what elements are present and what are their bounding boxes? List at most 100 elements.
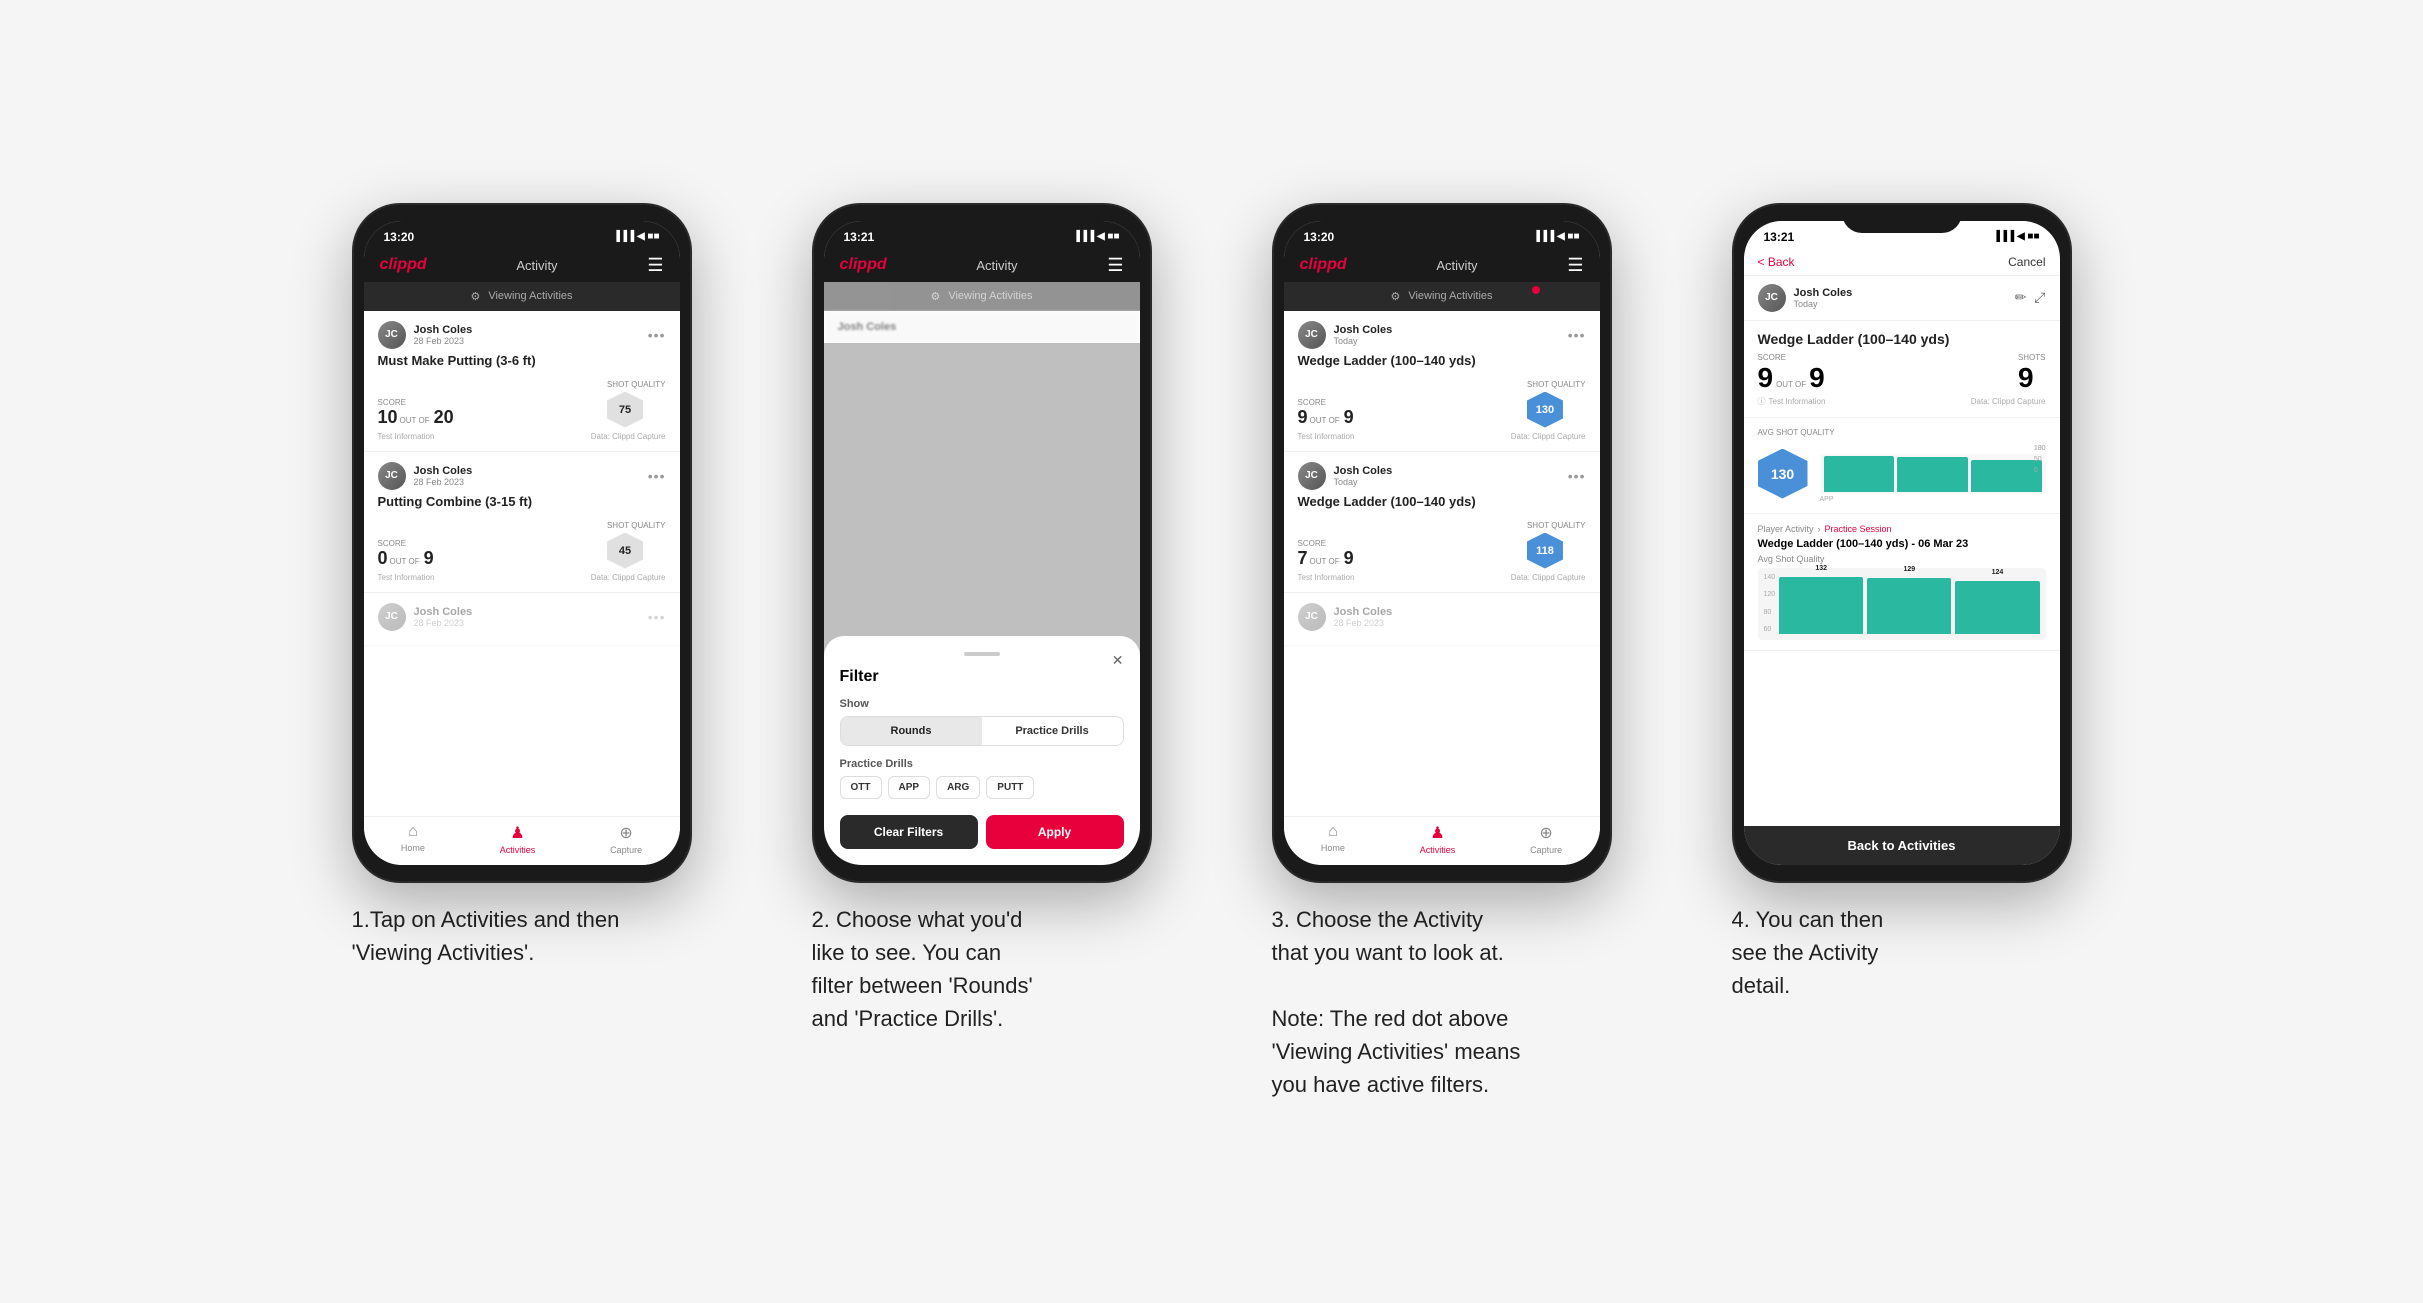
expand-icon-4[interactable]: ⤢	[2034, 289, 2045, 306]
user-details-1-3: Josh Coles 28 Feb 2023	[414, 606, 473, 628]
phone-col-2: 13:21 ▐▐▐ ◀ ■■ clippd Activity ☰ ⚙ Viewi…	[782, 203, 1182, 1035]
bottom-nav-capture-1[interactable]: ⊕ Capture	[610, 823, 642, 855]
detail-user-left-4: JC Josh Coles Today	[1758, 284, 1853, 312]
bottom-nav-activities-1[interactable]: ♟ Activities	[500, 823, 536, 855]
logo-2: clippd	[840, 256, 887, 274]
caption-1: 1.Tap on Activities and then 'Viewing Ac…	[352, 903, 692, 969]
phone-col-3: 13:20 ▐▐▐ ◀ ■■ clippd Activity ☰ ⚙ Viewi…	[1242, 203, 1642, 1101]
dots-menu-1-1[interactable]: •••	[648, 327, 666, 343]
arrow-4: ›	[1818, 524, 1821, 534]
user-details-1-1: Josh Coles 28 Feb 2023	[414, 324, 473, 346]
dots-menu-3-1[interactable]: •••	[1568, 327, 1586, 343]
quality-hex-large-4: 130	[1758, 449, 1808, 499]
toggle-rounds[interactable]: Rounds	[841, 717, 982, 745]
cards-area-3: JC Josh Coles Today ••• Wedge Ladder (10…	[1284, 311, 1600, 816]
caption-text-1: 1.Tap on Activities and then 'Viewing Ac…	[352, 907, 620, 965]
dots-menu-1-2[interactable]: •••	[648, 468, 666, 484]
filter-overlay-container: ✕ Filter Show Rounds Practice Drills Pra…	[824, 343, 1140, 865]
bar-label-2-4: 129	[1904, 566, 1916, 573]
shots-col-4: Shots 9	[2018, 353, 2046, 394]
phone-frame-2: 13:21 ▐▐▐ ◀ ■■ clippd Activity ☰ ⚙ Viewi…	[812, 203, 1152, 883]
drill-tag-ott[interactable]: OTT	[840, 776, 882, 799]
activity-card-1-1[interactable]: JC Josh Coles 28 Feb 2023 ••• Must Make …	[364, 311, 680, 452]
home-icon-3: ⌂	[1328, 823, 1338, 841]
bottom-nav-home-1[interactable]: ⌂ Home	[401, 823, 425, 855]
user-info-1-1: JC Josh Coles 28 Feb 2023	[378, 321, 473, 349]
quality-hex-3-1: 130	[1527, 392, 1563, 428]
quality-label-3-1: Shot Quality	[1527, 380, 1586, 389]
activity-card-1-2[interactable]: JC Josh Coles 28 Feb 2023 ••• Putting Co…	[364, 452, 680, 593]
filter-title: Filter	[840, 668, 1124, 686]
user-info-3-1: JC Josh Coles Today	[1298, 321, 1393, 349]
bottom-nav-activities-3[interactable]: ♟ Activities	[1420, 823, 1456, 855]
score-label-3-1: Score	[1298, 398, 1354, 407]
drill-tag-arg[interactable]: ARG	[936, 776, 980, 799]
close-icon-filter[interactable]: ✕	[1112, 652, 1124, 669]
caption-4: 4. You can thensee the Activitydetail.	[1732, 903, 2072, 1002]
detail-user-info-4: Josh Coles Today	[1794, 287, 1853, 309]
score-val-1-2: 0	[378, 548, 388, 569]
phones-row: 13:20 ▐▐▐ ◀ ■■ clippd Activity ☰ ⚙ Viewi…	[322, 203, 2102, 1101]
bottom-nav-home-3[interactable]: ⌂ Home	[1321, 823, 1345, 855]
back-btn-4[interactable]: < Back	[1758, 255, 1795, 269]
drill-tag-app[interactable]: APP	[888, 776, 931, 799]
edit-icon-4[interactable]: ✏	[2015, 289, 2027, 306]
footer-right-3-2: Data: Clippd Capture	[1511, 573, 1586, 582]
phone-screen-3: 13:20 ▐▐▐ ◀ ■■ clippd Activity ☰ ⚙ Viewi…	[1284, 221, 1600, 865]
stat-score-1-2: Score 0 OUT OF 9	[378, 539, 434, 569]
user-date-1-2: 28 Feb 2023	[414, 477, 473, 487]
score-outof-3-1: 9 OUT OF 9	[1298, 407, 1354, 428]
user-info-3-3: JC Josh Coles 28 Feb 2023	[1298, 603, 1393, 631]
caption-text-2: 2. Choose what you'dlike to see. You can…	[812, 907, 1033, 1031]
apply-btn[interactable]: Apply	[986, 815, 1124, 849]
viewing-banner-3[interactable]: ⚙ Viewing Activities	[1284, 282, 1600, 311]
nav-title-1: Activity	[516, 258, 557, 273]
drill-tag-putt[interactable]: PUTT	[986, 776, 1034, 799]
score-row-4: Score 9 OUT OF 9 Shots 9	[1758, 353, 2046, 394]
viewing-banner-2: ⚙ Viewing Activities	[824, 282, 1140, 311]
viewing-banner-1[interactable]: ⚙ Viewing Activities	[364, 282, 680, 311]
shots-val-3-1: 9	[1344, 407, 1354, 428]
footer-right-1-1: Data: Clippd Capture	[591, 432, 666, 441]
logo-1: clippd	[380, 256, 427, 274]
avatar-1-2: JC	[378, 462, 406, 490]
menu-icon-2[interactable]: ☰	[1107, 255, 1123, 276]
footer-left-1-2: Test Information	[378, 573, 435, 582]
capture-icon-3: ⊕	[1539, 823, 1552, 843]
menu-icon-3[interactable]: ☰	[1567, 255, 1583, 276]
outof-3-1: OUT OF	[1310, 416, 1340, 425]
shots-val-1-2: 9	[424, 548, 434, 569]
cancel-btn-4[interactable]: Cancel	[2008, 255, 2045, 269]
red-dot-3	[1532, 286, 1540, 294]
quality-block-3-2: Shot Quality 118	[1527, 515, 1586, 569]
caption-2: 2. Choose what you'dlike to see. You can…	[812, 903, 1152, 1035]
avatar-3-3: JC	[1298, 603, 1326, 631]
phone-col-4: 13:21 ▐▐▐ ◀ ■■ < Back Cancel JC Josh Col…	[1702, 203, 2102, 1002]
drills-label: Practice Drills	[840, 758, 1124, 770]
stat-score-3-1: Score 9 OUT OF 9	[1298, 398, 1354, 428]
player-activity-row-4: Player Activity › Practice Session	[1758, 524, 2046, 534]
clear-filters-btn[interactable]: Clear Filters	[840, 815, 978, 849]
bar-chart-bars-4: 140 120 80 60 132 129	[1764, 574, 2040, 634]
activity-card-3-1[interactable]: JC Josh Coles Today ••• Wedge Ladder (10…	[1284, 311, 1600, 452]
menu-icon-1[interactable]: ☰	[647, 255, 663, 276]
activity-card-3-2[interactable]: JC Josh Coles Today ••• Wedge Ladder (10…	[1284, 452, 1600, 593]
activity-title-3-2: Wedge Ladder (100–140 yds)	[1298, 494, 1586, 509]
card-footer-3-2: Test Information Data: Clippd Capture	[1298, 573, 1586, 582]
dots-menu-3-2[interactable]: •••	[1568, 468, 1586, 484]
bottom-nav-capture-3[interactable]: ⊕ Capture	[1530, 823, 1562, 855]
avatar-1-1: JC	[378, 321, 406, 349]
status-time-3: 13:20	[1304, 230, 1335, 244]
stats-row-3-2: Score 7 OUT OF 9 Shot Quality 118	[1298, 515, 1586, 569]
detail-score-section-4: Wedge Ladder (100–140 yds) Score 9 OUT O…	[1744, 321, 2060, 418]
shots-num-4: 9	[1809, 362, 1825, 394]
chart-bars-4	[1820, 454, 2046, 494]
back-activities-btn-4[interactable]: Back to Activities	[1744, 826, 2060, 865]
banner-text-3: Viewing Activities	[1408, 290, 1492, 302]
toggle-drills[interactable]: Practice Drills	[982, 717, 1123, 745]
quality-block-1-1: Shot Quality 75	[607, 374, 666, 428]
score-num-4: 9	[1758, 362, 1774, 394]
status-time-4: 13:21	[1764, 230, 1795, 244]
session-bar-1-4: 132	[1779, 577, 1863, 634]
filter-sheet: ✕ Filter Show Rounds Practice Drills Pra…	[824, 636, 1140, 865]
